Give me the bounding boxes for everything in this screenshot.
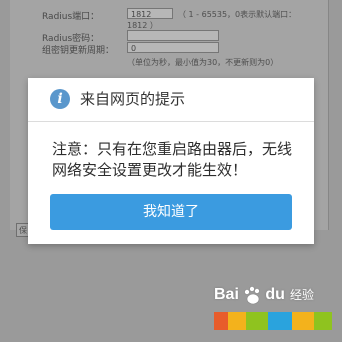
watermark-bar-yellow2 bbox=[292, 312, 314, 330]
watermark-bar-yellow bbox=[228, 312, 246, 330]
watermark-suffix: 经验 bbox=[290, 288, 315, 302]
watermark-bar-red bbox=[214, 312, 228, 330]
watermark-brand-du: du bbox=[265, 286, 285, 303]
watermark-colorbar bbox=[214, 312, 332, 330]
dialog-header: i 来自网页的提示 bbox=[28, 78, 314, 122]
ok-button[interactable]: 我知道了 bbox=[50, 194, 292, 230]
watermark-brand-bai: Bai bbox=[214, 286, 239, 303]
info-icon: i bbox=[50, 89, 70, 109]
watermark-brand: Bai du bbox=[214, 286, 334, 308]
alert-dialog: i 来自网页的提示 注意：只有在您重启路由器后，无线网络安全设置更改才能生效！ … bbox=[28, 78, 314, 244]
watermark-bar-green bbox=[246, 312, 268, 330]
dialog-title: 来自网页的提示 bbox=[80, 90, 186, 108]
watermark-bar-green2 bbox=[314, 312, 332, 330]
watermark-bar-blue bbox=[268, 312, 292, 330]
dialog-message: 注意：只有在您重启路由器后，无线网络安全设置更改才能生效！ bbox=[52, 140, 293, 179]
baidu-paw-icon bbox=[244, 286, 260, 305]
